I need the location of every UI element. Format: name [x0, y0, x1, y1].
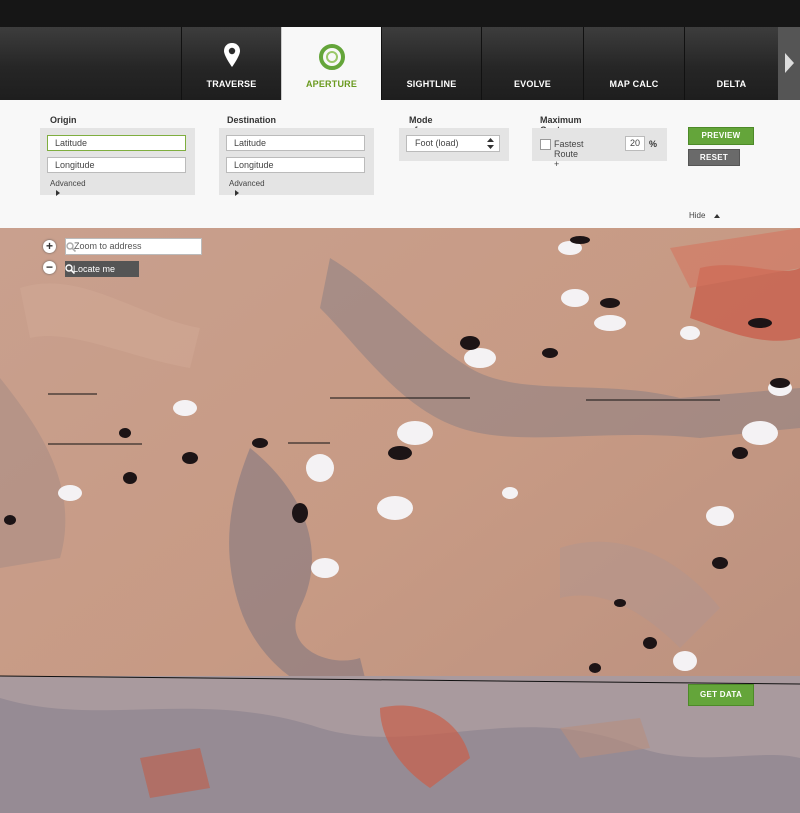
destination-latitude-input[interactable]: Latitude: [226, 135, 365, 151]
destination-title: Destination: [227, 115, 277, 125]
locate-me-label: Locate me: [73, 264, 116, 274]
destination-advanced-toggle[interactable]: Advanced: [229, 179, 265, 197]
satellite-imagery: [0, 228, 800, 813]
caret-right-icon: [235, 189, 239, 196]
address-search-input[interactable]: Zoom to address: [65, 238, 202, 255]
search-icon: [65, 264, 75, 274]
top-bar: [0, 0, 800, 27]
destination-longitude-input[interactable]: Longitude: [226, 157, 365, 173]
origin-advanced-toggle[interactable]: Advanced: [50, 179, 86, 197]
tool-nav: TRAVERSE APERTURE SIGHTLINE EVOLVE MAP C…: [0, 27, 800, 100]
reset-button[interactable]: RESET: [688, 149, 740, 166]
tab-map-calc[interactable]: MAP CALC: [583, 27, 684, 100]
locate-me-button[interactable]: Locate me: [65, 261, 139, 277]
aperture-ring-icon: [318, 44, 345, 70]
advanced-label: Advanced: [229, 179, 265, 188]
cost-unit: %: [649, 139, 658, 149]
nav-more-button[interactable]: [778, 27, 800, 100]
tab-label: MAP CALC: [609, 79, 659, 89]
caret-up-icon: [713, 213, 720, 218]
chevron-right-icon: [785, 53, 794, 73]
select-arrows-icon: [487, 138, 494, 149]
tab-label: SIGHTLINE: [406, 79, 457, 89]
origin-latitude-input[interactable]: Latitude: [47, 135, 186, 151]
zoom-in-button[interactable]: +: [43, 240, 56, 253]
cost-value-input[interactable]: 20: [625, 136, 645, 151]
get-data-button[interactable]: GET DATA: [688, 684, 754, 706]
tab-sightline[interactable]: SIGHTLINE: [381, 27, 481, 100]
tab-label: APERTURE: [305, 79, 358, 89]
hide-label: Hide: [689, 211, 706, 220]
tab-label: TRAVERSE: [206, 79, 257, 89]
fastest-route-label: Fastest Route +: [554, 139, 584, 169]
origin-longitude-input[interactable]: Longitude: [47, 157, 186, 173]
search-icon: [66, 242, 76, 252]
tab-traverse[interactable]: TRAVERSE: [181, 27, 281, 100]
tab-aperture[interactable]: APERTURE: [281, 27, 381, 100]
mode-select[interactable]: Foot (load): [406, 135, 500, 152]
origin-title: Origin: [50, 115, 77, 125]
hide-panel-toggle[interactable]: Hide: [689, 211, 720, 220]
caret-right-icon: [56, 189, 60, 196]
preview-button[interactable]: PREVIEW: [688, 127, 754, 145]
tab-label: EVOLVE: [513, 79, 552, 89]
advanced-label: Advanced: [50, 179, 86, 188]
mode-selected-value: Foot (load): [415, 138, 459, 148]
cost-box: [532, 128, 667, 161]
control-panel: Origin Latitude Longitude Advanced Desti…: [0, 100, 800, 228]
tab-label: DELTA: [716, 79, 747, 89]
tab-delta[interactable]: DELTA: [684, 27, 778, 100]
address-search-placeholder: Zoom to address: [74, 241, 142, 251]
fastest-route-checkbox[interactable]: [540, 139, 551, 150]
map-pin-icon: [223, 43, 240, 67]
satellite-map[interactable]: + − Zoom to address Locate me GET DATA: [0, 228, 800, 813]
zoom-out-button[interactable]: −: [43, 261, 56, 274]
tab-evolve[interactable]: EVOLVE: [481, 27, 583, 100]
